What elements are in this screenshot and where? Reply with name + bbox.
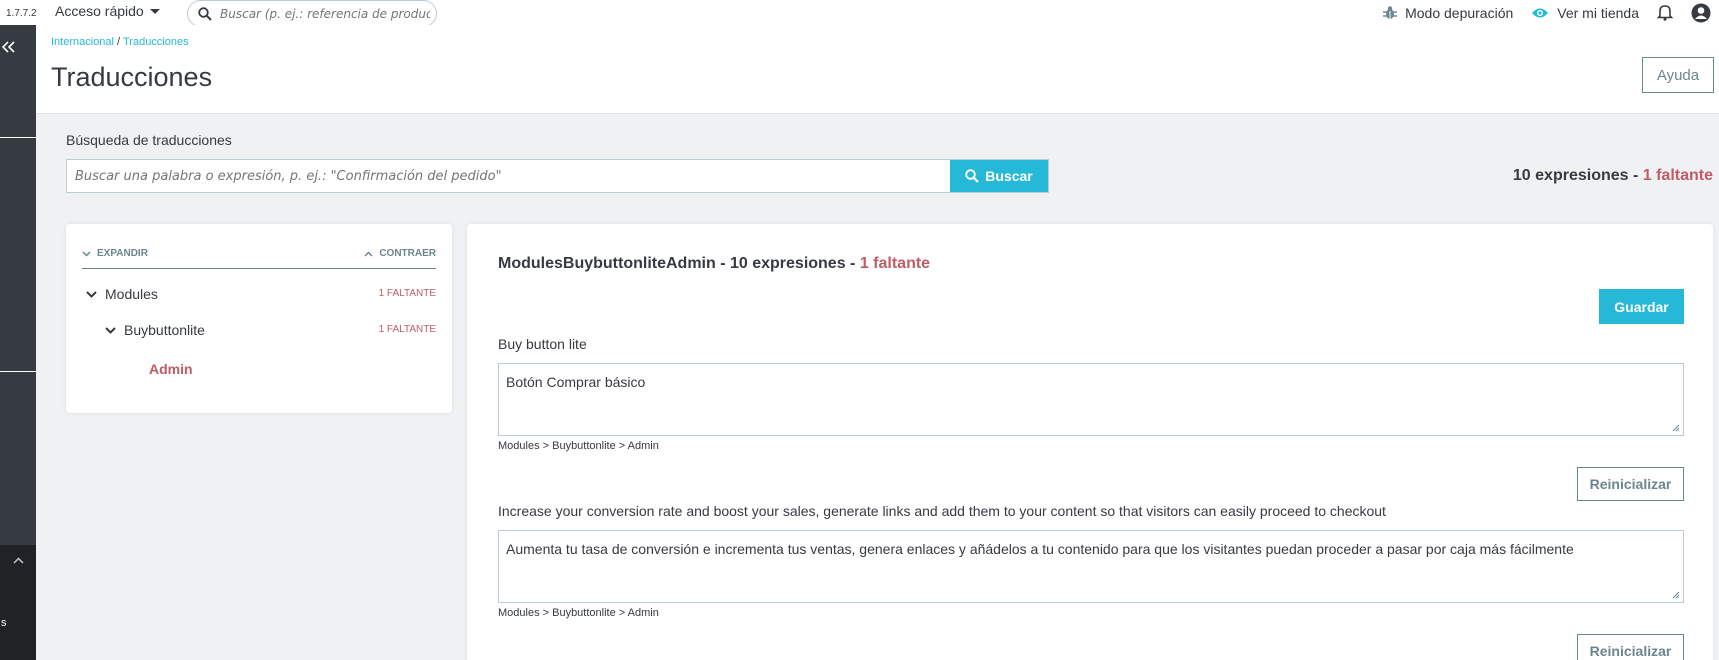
resize-grip-icon[interactable] (1672, 591, 1680, 599)
sidebar-item-label[interactable]: s (1, 617, 7, 629)
notifications-button[interactable] (1657, 4, 1673, 21)
quick-access-label: Acceso rápido (55, 3, 144, 19)
global-search-input[interactable] (220, 6, 430, 21)
view-store-label: Ver mi tienda (1557, 4, 1639, 21)
expressions-summary: 10 expresiones - 1 faltante (1513, 167, 1713, 185)
sidebar-divider (0, 371, 36, 372)
tree-node-missing-count: 1 FALTANTE (378, 288, 436, 299)
bug-icon (1383, 6, 1398, 19)
expand-all-label: EXPANDIR (97, 248, 148, 259)
user-icon (1691, 3, 1711, 22)
eye-icon (1532, 8, 1549, 17)
chevron-down-icon (82, 250, 91, 257)
search-button-label: Buscar (985, 168, 1033, 184)
breadcrumb: Internacional / Traducciones (51, 36, 189, 48)
breadcrumb-item-international[interactable]: Internacional (51, 36, 114, 48)
version-label: 1.7.7.2 (6, 8, 37, 19)
chevron-down-icon (86, 290, 97, 298)
domain-missing-count: 1 faltante (859, 255, 931, 272)
chevron-down-icon (105, 326, 116, 334)
collapse-all-label: CONTRAER (379, 248, 436, 259)
source-text: Buy button lite (498, 336, 587, 352)
tree-node-buybuttonlite[interactable]: Buybuttonlite 1 FALTANTE (82, 318, 436, 342)
translation-path: Modules > Buybuttonlite > Admin (498, 440, 659, 452)
search-section-label: Búsqueda de traducciones (66, 132, 232, 148)
translation-search: Buscar (66, 159, 1049, 193)
page-header: Internacional / Traducciones Traduccione… (36, 25, 1719, 114)
double-chevron-left-icon[interactable] (2, 41, 16, 53)
tree-node-label: Buybuttonlite (124, 322, 205, 338)
source-text: Increase your conversion rate and boost … (498, 503, 1386, 519)
expand-all-button[interactable]: EXPANDIR (82, 248, 148, 259)
translations-panel: ModulesBuybuttonliteAdmin - 10 expresion… (467, 224, 1713, 660)
reset-button[interactable]: Reinicializar (1577, 467, 1684, 501)
translation-search-input[interactable] (67, 160, 950, 192)
translation-path: Modules > Buybuttonlite > Admin (498, 607, 659, 619)
top-bar: 1.7.7.2 Acceso rápido Modo depuración Ve… (0, 0, 1719, 27)
view-store-link[interactable]: Ver mi tienda (1531, 5, 1639, 21)
search-icon (965, 169, 980, 183)
tree-node-label: Modules (105, 286, 158, 302)
search-icon (198, 6, 212, 21)
domain-title: ModulesBuybuttonliteAdmin - 10 expresion… (498, 255, 930, 273)
caret-down-icon (149, 8, 160, 14)
translation-textarea[interactable]: Aumenta tu tasa de conversión e incremen… (498, 530, 1684, 603)
search-button[interactable]: Buscar (950, 160, 1048, 192)
collapse-all-button[interactable]: CONTRAER (364, 248, 436, 259)
quick-access-dropdown[interactable]: Acceso rápido (55, 3, 160, 19)
chevron-up-icon[interactable] (13, 557, 24, 564)
top-right-actions: Modo depuración Ver mi tienda (1383, 0, 1719, 25)
tree-controls: EXPANDIR CONTRAER (82, 246, 436, 269)
breadcrumb-item-translations[interactable]: Traducciones (123, 36, 189, 48)
tree-node-modules[interactable]: Modules 1 FALTANTE (82, 282, 436, 306)
translation-textarea[interactable]: Botón Comprar básico (498, 363, 1684, 436)
debug-mode-label: Modo depuración (1405, 4, 1514, 21)
reset-button[interactable]: Reinicializar (1577, 634, 1684, 660)
sidebar-divider (0, 137, 36, 138)
profile-button[interactable] (1691, 3, 1711, 23)
bell-icon (1657, 5, 1673, 21)
resize-grip-icon[interactable] (1672, 424, 1680, 432)
expressions-count: 10 expresiones - (1512, 167, 1643, 184)
save-button[interactable]: Guardar (1599, 289, 1684, 324)
debug-mode-link[interactable]: Modo depuración (1383, 5, 1513, 21)
missing-count: 1 faltante (1642, 167, 1713, 184)
sidebar: s (0, 25, 36, 660)
page-title: Traducciones (51, 62, 213, 92)
help-button[interactable]: Ayuda (1642, 57, 1714, 93)
global-search[interactable] (187, 0, 437, 27)
domain-title-text: ModulesBuybuttonliteAdmin - 10 expresion… (498, 255, 860, 272)
tree-node-admin[interactable]: Admin (149, 361, 193, 377)
tree-node-missing-count: 1 FALTANTE (378, 324, 436, 335)
domain-tree-panel: EXPANDIR CONTRAER Modules 1 FALTANTE Buy… (66, 224, 452, 413)
chevron-up-icon (364, 250, 373, 257)
breadcrumb-separator: / (114, 36, 123, 48)
